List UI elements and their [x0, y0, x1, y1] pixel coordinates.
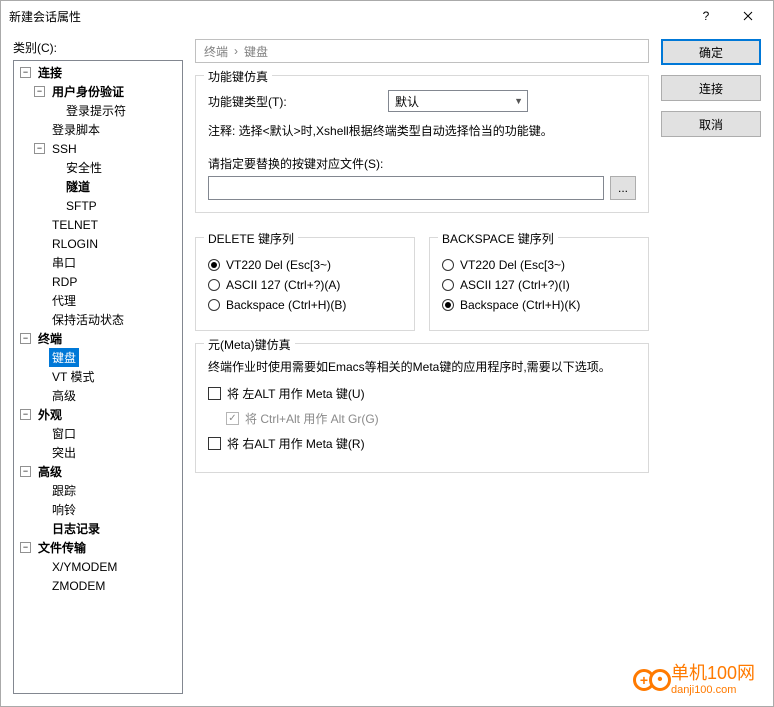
ellipsis-icon: ...	[618, 181, 628, 195]
tree-item-logging[interactable]: 日志记录	[14, 519, 182, 538]
close-button[interactable]	[727, 1, 769, 31]
watermark-title: 单机100网	[671, 664, 755, 684]
tree-item-serial[interactable]: 串口	[14, 253, 182, 272]
chevron-down-icon: ▼	[514, 96, 523, 106]
radio-icon	[442, 259, 454, 271]
tree-item-appearance[interactable]: −外观	[14, 405, 182, 424]
meta-ctrlalt-check: 将 Ctrl+Alt 用作 Alt Gr(G)	[226, 410, 636, 427]
logo-icon	[633, 669, 665, 691]
content: 类别(C): −连接 −用户身份验证 登录提示符 登录脚本 −SSH 安全性 隧…	[1, 31, 773, 706]
tree-item-filetransfer[interactable]: −文件传输	[14, 538, 182, 557]
meta-desc: 终端作业时使用需要如Emacs等相关的Meta键的应用程序时,需要以下选项。	[208, 358, 636, 375]
group-funckey: 功能键仿真 功能键类型(T): 默认 ▼ 注释: 选择<默认>时,Xshell根…	[195, 75, 649, 213]
watermark-url: danji100.com	[671, 684, 755, 696]
close-icon	[743, 11, 753, 21]
watermark: 单机100网 danji100.com	[633, 664, 755, 696]
group-backspace: BACKSPACE 键序列 VT220 Del (Esc[3~) ASCII 1…	[429, 237, 649, 331]
funckey-note: 注释: 选择<默认>时,Xshell根据终端类型自动选择恰当的功能键。	[208, 122, 636, 139]
backspace-opt-ascii127[interactable]: ASCII 127 (Ctrl+?)(I)	[442, 278, 636, 292]
tree-item-keepalive[interactable]: 保持活动状态	[14, 310, 182, 329]
browse-button[interactable]: ...	[610, 176, 636, 200]
titlebar: 新建会话属性 ?	[1, 1, 773, 31]
tree-item-telnet[interactable]: TELNET	[14, 215, 182, 234]
delete-opt-backspace[interactable]: Backspace (Ctrl+H)(B)	[208, 298, 402, 312]
radio-icon	[208, 259, 220, 271]
legend-delete: DELETE 键序列	[204, 230, 298, 247]
checkbox-icon	[226, 412, 239, 425]
tree-item-rlogin[interactable]: RLOGIN	[14, 234, 182, 253]
backspace-opt-backspace[interactable]: Backspace (Ctrl+H)(K)	[442, 298, 636, 312]
collapse-icon[interactable]: −	[20, 542, 31, 553]
delete-opt-vt220[interactable]: VT220 Del (Esc[3~)	[208, 258, 402, 272]
chevron-right-icon: ›	[234, 44, 238, 58]
tree-item-window[interactable]: 窗口	[14, 424, 182, 443]
keymap-file-input[interactable]	[208, 176, 604, 200]
backspace-opt-vt220[interactable]: VT220 Del (Esc[3~)	[442, 258, 636, 272]
funckey-type-label: 功能键类型(T):	[208, 93, 388, 110]
tree-item-login-script[interactable]: 登录脚本	[14, 120, 182, 139]
tree-item-zmodem[interactable]: ZMODEM	[14, 576, 182, 595]
tree-item-vtmode[interactable]: VT 模式	[14, 367, 182, 386]
cancel-button[interactable]: 取消	[661, 111, 761, 137]
tree-item-terminal-advanced[interactable]: 高级	[14, 386, 182, 405]
delete-opt-ascii127[interactable]: ASCII 127 (Ctrl+?)(A)	[208, 278, 402, 292]
collapse-icon[interactable]: −	[20, 409, 31, 420]
collapse-icon[interactable]: −	[20, 466, 31, 477]
funckey-type-value: 默认	[395, 93, 419, 110]
help-button[interactable]: ?	[685, 1, 727, 31]
tree-item-tunnel[interactable]: 隧道	[14, 177, 182, 196]
breadcrumb: 终端 › 键盘	[195, 39, 649, 63]
ok-button[interactable]: 确定	[661, 39, 761, 65]
category-label: 类别(C):	[13, 39, 183, 56]
radio-icon	[208, 279, 220, 291]
legend-meta: 元(Meta)键仿真	[204, 336, 295, 353]
legend-backspace: BACKSPACE 键序列	[438, 230, 558, 247]
tree-item-terminal[interactable]: −终端	[14, 329, 182, 348]
collapse-icon[interactable]: −	[20, 67, 31, 78]
meta-left-alt-check[interactable]: 将 左ALT 用作 Meta 键(U)	[208, 385, 636, 402]
tree-item-rdp[interactable]: RDP	[14, 272, 182, 291]
left-column: 类别(C): −连接 −用户身份验证 登录提示符 登录脚本 −SSH 安全性 隧…	[13, 39, 183, 694]
tree-item-xymodem[interactable]: X/YMODEM	[14, 557, 182, 576]
tree-item-keyboard[interactable]: 键盘	[14, 348, 182, 367]
category-tree[interactable]: −连接 −用户身份验证 登录提示符 登录脚本 −SSH 安全性 隧道 SFTP	[13, 60, 183, 694]
breadcrumb-keyboard: 键盘	[244, 43, 268, 60]
connect-button[interactable]: 连接	[661, 75, 761, 101]
tree-item-sftp[interactable]: SFTP	[14, 196, 182, 215]
checkbox-icon	[208, 437, 221, 450]
tree-item-proxy[interactable]: 代理	[14, 291, 182, 310]
tree-item-ssh[interactable]: −SSH	[14, 139, 182, 158]
radio-icon	[442, 279, 454, 291]
tree-item-connection[interactable]: −连接	[14, 63, 182, 82]
tree-item-trace[interactable]: 跟踪	[14, 481, 182, 500]
group-delete: DELETE 键序列 VT220 Del (Esc[3~) ASCII 127 …	[195, 237, 415, 331]
main-panel: 终端 › 键盘 功能键仿真 功能键类型(T): 默认 ▼ 注释: 选择<默认>时…	[195, 39, 649, 694]
tree-item-bell[interactable]: 响铃	[14, 500, 182, 519]
collapse-icon[interactable]: −	[34, 86, 45, 97]
meta-right-alt-check[interactable]: 将 右ALT 用作 Meta 键(R)	[208, 435, 636, 452]
legend-funckey: 功能键仿真	[204, 68, 272, 85]
collapse-icon[interactable]: −	[20, 333, 31, 344]
tree-item-auth[interactable]: −用户身份验证	[14, 82, 182, 101]
button-column: 确定 连接 取消	[661, 39, 761, 694]
group-meta: 元(Meta)键仿真 终端作业时使用需要如Emacs等相关的Meta键的应用程序…	[195, 343, 649, 473]
collapse-icon[interactable]: −	[34, 143, 45, 154]
radio-icon	[208, 299, 220, 311]
tree-item-highlight[interactable]: 突出	[14, 443, 182, 462]
keymap-file-label: 请指定要替换的按键对应文件(S):	[208, 155, 636, 172]
breadcrumb-terminal[interactable]: 终端	[204, 43, 228, 60]
checkbox-icon	[208, 387, 221, 400]
funckey-type-select[interactable]: 默认 ▼	[388, 90, 528, 112]
radio-icon	[442, 299, 454, 311]
tree-item-advanced[interactable]: −高级	[14, 462, 182, 481]
window-title: 新建会话属性	[9, 8, 685, 25]
tree-item-security[interactable]: 安全性	[14, 158, 182, 177]
tree-item-login-prompt[interactable]: 登录提示符	[14, 101, 182, 120]
